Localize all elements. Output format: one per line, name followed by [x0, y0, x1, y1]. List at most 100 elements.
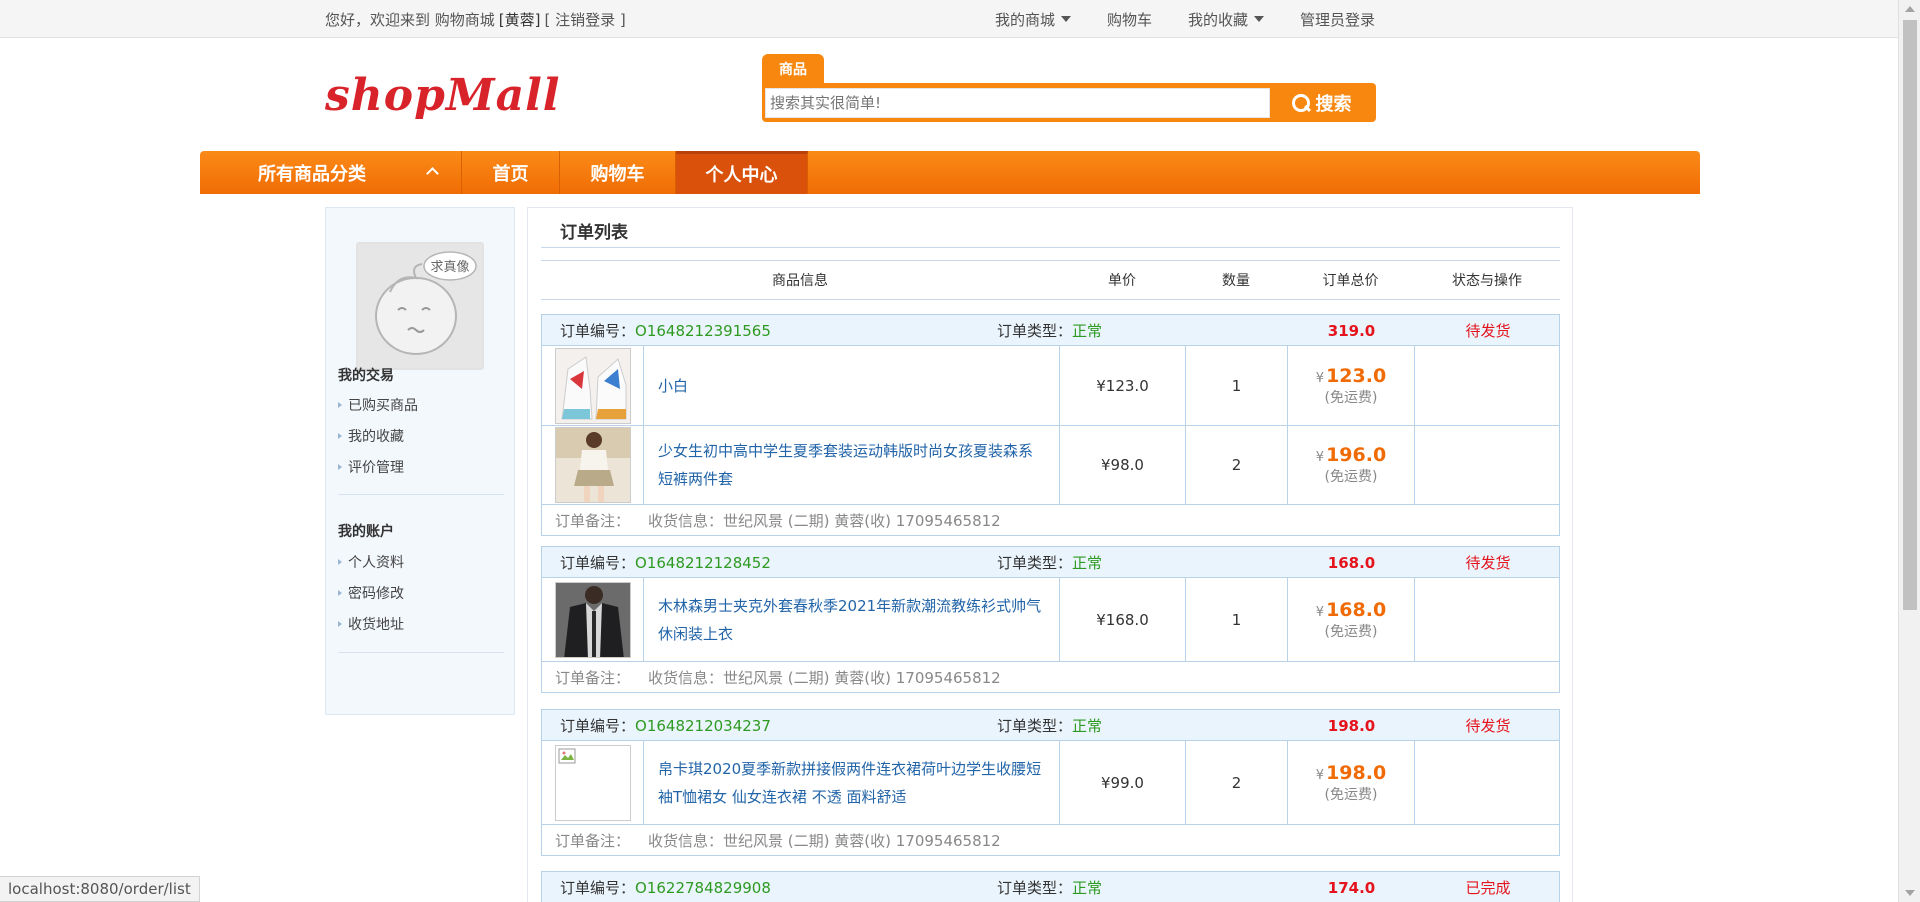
free-shipping-label: (免运费)	[1324, 389, 1378, 406]
bullet-icon	[338, 402, 342, 408]
sidebar-item-password[interactable]: 密码修改	[338, 583, 404, 603]
order-type: 订单类型： 正常	[997, 315, 1102, 346]
order-total: 319.0	[1327, 321, 1376, 340]
sidebar-item-purchased[interactable]: 已购买商品	[338, 395, 418, 415]
favorites-label: 我的收藏	[1187, 10, 1248, 29]
unit-price: ¥123.0	[1060, 346, 1186, 425]
title-divider	[541, 247, 1560, 248]
admin-login-link[interactable]: 管理员登录	[1300, 9, 1375, 30]
column-header: 商品信息	[772, 273, 828, 289]
item-total-value: 196.0	[1326, 444, 1387, 466]
cart-link[interactable]: 购物车	[1107, 9, 1152, 30]
product-name-link[interactable]: 帛卡琪2020夏季新款拼接假两件连衣裙荷叶边学生收腰短袖T恤裙女 仙女连衣裙 不…	[644, 741, 1060, 824]
bullet-icon	[338, 559, 342, 565]
quantity: 2	[1186, 741, 1288, 824]
scrollbar-thumb[interactable]	[1903, 20, 1917, 610]
unit-price: ¥168.0	[1060, 578, 1186, 661]
order-number-value: O1648212034237	[635, 716, 771, 735]
product-image-cell	[542, 346, 644, 425]
avatar[interactable]: 求真像	[356, 242, 484, 370]
sidebar-item-address[interactable]: 收货地址	[338, 614, 404, 634]
sidebar-item-label: 收货地址	[348, 617, 404, 633]
sidebar-item-label: 个人资料	[348, 555, 404, 571]
shoes-image	[555, 348, 630, 423]
product-image[interactable]	[554, 581, 631, 658]
product-image-cell	[542, 741, 644, 824]
item-total: ¥123.0 (免运费)	[1288, 346, 1415, 425]
shipping-address: 世纪风景 (二期) 黄蓉(收) 17095465812	[723, 511, 1001, 530]
order-note-label: 订单备注：	[555, 831, 631, 850]
product-name-link[interactable]: 木林森男士夹克外套春秋季2021年新款潮流教练衫式帅气休闲装上衣	[644, 578, 1060, 661]
order-status[interactable]: 待发货	[1415, 315, 1561, 346]
girl-outfit-image	[555, 428, 630, 502]
search-bar: 搜索	[762, 83, 1376, 122]
avatar-placeholder-icon: 求真像	[358, 244, 482, 368]
order-number: 订单编号： O1622784829908	[560, 872, 771, 902]
order-type-label: 订单类型：	[997, 879, 1073, 897]
logout-link[interactable]: [ 注销登录 ]	[545, 9, 626, 30]
quantity: 1	[1186, 346, 1288, 425]
scroll-down-icon[interactable]	[1905, 890, 1915, 896]
nav-cart[interactable]: 购物车	[560, 151, 676, 194]
bullet-icon	[338, 590, 342, 596]
item-total-value: 123.0	[1326, 364, 1387, 387]
search-tab-goods[interactable]: 商品	[762, 54, 824, 84]
admin-login-label: 管理员登录	[1299, 10, 1375, 29]
order-type: 订单类型： 正常	[997, 547, 1102, 578]
sidebar-item-label: 评价管理	[348, 460, 404, 476]
product-name-link[interactable]: 小白	[644, 346, 1060, 425]
browser-status-bar: localhost:8080/order/list	[0, 876, 200, 902]
order-note: 订单备注： 收货信息：世纪风景 (二期) 黄蓉(收) 17095465812	[542, 825, 1559, 855]
order-card: 订单编号： O1648212034237 订单类型： 正常 198.0 待发货 帛卡…	[541, 709, 1560, 856]
operation-cell	[1415, 578, 1561, 661]
favorites-menu[interactable]: 我的收藏	[1188, 9, 1264, 30]
table-row: 少女生初中高中学生夏季套装运动韩版时尚女孩夏装森系短裤两件套 ¥98.0 2 ¥…	[542, 426, 1559, 505]
sidebar-item-favorites[interactable]: 我的收藏	[338, 426, 404, 446]
item-total-value: 168.0	[1326, 598, 1387, 621]
my-mall-menu[interactable]: 我的商城	[995, 9, 1071, 30]
order-status[interactable]: 已完成	[1415, 872, 1561, 902]
quantity: 1	[1186, 578, 1288, 661]
search-button[interactable]: 搜索	[1270, 86, 1373, 119]
item-total: ¥198.0 (免运费)	[1288, 741, 1415, 824]
product-image[interactable]	[554, 347, 631, 424]
sidebar-section-account: 我的账户	[338, 524, 394, 540]
product-name-link[interactable]: 少女生初中高中学生夏季套装运动韩版时尚女孩夏装森系短裤两件套	[644, 426, 1060, 504]
order-number: 订单编号： O1648212128452	[560, 547, 771, 578]
order-number: 订单编号： O1648212391565	[560, 315, 771, 346]
column-header: 订单总价	[1322, 273, 1379, 289]
product-image[interactable]	[554, 427, 631, 503]
sidebar-item-label: 我的收藏	[348, 429, 404, 445]
order-card: 订单编号： O1648212128452 订单类型： 正常 168.0 待发货 木林…	[541, 546, 1560, 693]
bullet-icon	[338, 464, 342, 470]
search-button-label: 搜索	[1315, 93, 1352, 115]
shipping-address: 世纪风景 (二期) 黄蓉(收) 17095465812	[723, 668, 1001, 687]
order-status[interactable]: 待发货	[1415, 710, 1561, 741]
sidebar-item-profile[interactable]: 个人资料	[338, 552, 404, 572]
page-scrollbar[interactable]	[1898, 0, 1920, 902]
operation-cell	[1415, 346, 1561, 425]
nav-home[interactable]: 首页	[462, 151, 560, 194]
top-bar: 您好，欢迎来到 购物商城 [黄蓉] [ 注销登录 ] 我的商城 购物车 我的收藏…	[0, 0, 1898, 38]
order-status[interactable]: 待发货	[1415, 547, 1561, 578]
scroll-up-icon[interactable]	[1905, 6, 1915, 12]
order-number-label: 订单编号：	[560, 322, 636, 340]
item-total: ¥168.0 (免运费)	[1288, 578, 1415, 661]
order-type-label: 订单类型：	[997, 554, 1073, 572]
order-header: 订单编号： O1648212391565 订单类型： 正常 319.0 待发货	[542, 315, 1559, 346]
order-note: 订单备注： 收货信息：世纪风景 (二期) 黄蓉(收) 17095465812	[542, 505, 1559, 535]
main-nav: 所有商品分类 首页 购物车 个人中心	[200, 151, 1700, 194]
product-image-cell	[542, 426, 644, 504]
order-type-value: 正常	[1072, 879, 1103, 897]
search-input[interactable]	[765, 87, 1270, 118]
product-image[interactable]	[554, 744, 631, 821]
nav-personal-center[interactable]: 个人中心	[676, 151, 808, 194]
table-row: 木林森男士夹克外套春秋季2021年新款潮流教练衫式帅气休闲装上衣 ¥168.0 …	[542, 578, 1559, 662]
logo[interactable]: shopMall	[325, 70, 561, 121]
free-shipping-label: (免运费)	[1324, 623, 1378, 640]
order-header: 订单编号： O1648212128452 订单类型： 正常 168.0 待发货	[542, 547, 1559, 578]
order-number-label: 订单编号：	[560, 717, 636, 735]
sidebar-item-reviews[interactable]: 评价管理	[338, 457, 404, 477]
all-categories-menu[interactable]: 所有商品分类	[200, 151, 462, 194]
avatar-badge-text: 求真像	[430, 260, 469, 275]
